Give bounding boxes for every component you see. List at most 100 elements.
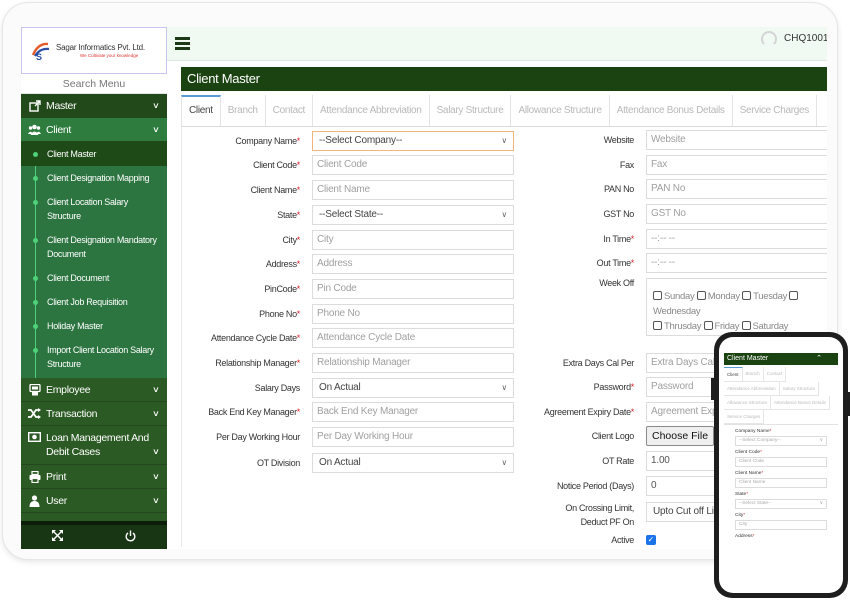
mobile-tab-client[interactable]: Client — [724, 367, 743, 382]
mobile-panel-header: Client Master ⌃ — [724, 353, 838, 365]
choose-file-button[interactable]: Choose File — [646, 426, 715, 446]
sidebar-item-label: Print — [46, 470, 67, 483]
mobile-tab-service-charges[interactable]: Service Charges — [724, 410, 765, 424]
checkbox[interactable] — [789, 291, 799, 300]
active-checkbox[interactable]: ✓ — [646, 535, 656, 545]
sidebar-item-employee[interactable]: Employee ∨ — [21, 378, 167, 402]
submenu-item-client-designation-mapping[interactable]: Client Designation Mapping — [21, 166, 167, 190]
logo-icon: S — [30, 41, 52, 62]
field-label: OT Rate — [602, 456, 634, 466]
mobile-client-code-input[interactable]: Client Code — [735, 457, 827, 467]
search-menu[interactable]: Search Menu — [21, 74, 167, 94]
tab-attendance-bonus-details[interactable]: Attendance Bonus Details — [610, 95, 733, 126]
expand-icon[interactable] — [52, 530, 63, 544]
tab-salary-structure[interactable]: Salary Structure — [430, 95, 512, 126]
tab-service-charges[interactable]: Service Charges — [733, 95, 817, 126]
fax-input[interactable]: Fax — [646, 155, 827, 175]
mobile-city-input[interactable]: City — [735, 520, 827, 530]
mobile-client-name-input[interactable]: Client Name — [735, 478, 827, 488]
week-off-monday[interactable]: Monday — [696, 291, 740, 302]
tab-contact[interactable]: Contact — [266, 95, 314, 126]
mobile-tab-bar: Client Branch Contact Attendance Abbrevi… — [724, 367, 838, 425]
mobile-tab-attendance-abbreviation[interactable]: Attendance Abbreviation — [724, 382, 780, 396]
mobile-tab-attendance-bonus-details[interactable]: Attendance Bonus Details — [771, 396, 830, 410]
tab-branch[interactable]: Branch — [221, 95, 266, 126]
submenu-item-client-location-salary-structure[interactable]: Client Location Salary Structure — [21, 190, 167, 228]
pan-no-input[interactable]: PAN No — [646, 179, 827, 199]
field-label: Extra Days Cal Per — [562, 358, 634, 368]
sidebar-item-master[interactable]: Master ∨ — [21, 94, 167, 118]
sidebar-item-label: Master — [46, 99, 77, 112]
week-off-tuesday[interactable]: Tuesday — [742, 291, 787, 302]
sidebar-item-label: Transaction — [46, 407, 98, 420]
checkbox[interactable] — [703, 321, 713, 330]
tab-client[interactable]: Client — [181, 95, 221, 126]
id-badge-icon — [28, 383, 41, 396]
chevron-down-icon: ∨ — [152, 385, 160, 394]
form-row-active: Active ✓ — [182, 535, 656, 545]
external-link-icon — [28, 99, 41, 112]
field-label: Client Logo — [591, 431, 635, 441]
form-row-client-logo: Client Logo Choose File No file chosen — [182, 426, 784, 446]
field-label: In Time — [603, 234, 631, 244]
submenu-item-holiday-master[interactable]: Holiday Master — [21, 314, 167, 338]
tab-allowance-structure[interactable]: Allowance Structure — [511, 95, 610, 126]
mobile-company-name-select[interactable]: --Select Company-- ∨ — [735, 436, 827, 446]
field-label: Fax — [619, 160, 634, 170]
submenu-item-import-client-location-salary-structure[interactable]: Import Client Location Salary Structure — [21, 338, 167, 376]
chevron-down-icon: ∨ — [152, 447, 160, 456]
checkbox[interactable] — [653, 291, 662, 300]
gst-no-input[interactable]: GST No — [646, 204, 827, 224]
user-icon — [28, 494, 41, 507]
submenu-item-client-designation-mandatory-document[interactable]: Client Designation Mandatory Document — [21, 228, 167, 266]
sidebar-item-print[interactable]: Print ∨ — [21, 465, 167, 489]
mobile-panel-title: Client Master — [727, 355, 769, 362]
checkbox[interactable] — [742, 291, 752, 300]
client-submenu: Client Master Client Designation Mapping… — [21, 142, 167, 378]
form-row-gst-no: GST No GST No — [182, 204, 827, 224]
submenu-item-client-master[interactable]: Client Master — [21, 142, 167, 166]
checkbox[interactable] — [653, 321, 662, 330]
money-icon — [28, 431, 41, 443]
submenu-item-client-document[interactable]: Client Document — [21, 266, 167, 290]
mobile-tab-salary-structure[interactable]: Salary Structure — [779, 382, 820, 396]
sidebar-item-loan-management[interactable]: Loan Management And Debit Cases ∨ — [21, 426, 167, 465]
form-row-in-time: In Time* --:-- -- — [182, 229, 827, 249]
week-off-friday[interactable]: Friday — [703, 321, 739, 332]
out-time-input[interactable]: --:-- -- — [646, 253, 827, 273]
chevron-up-icon[interactable]: ⌃ — [816, 353, 822, 365]
tab-attendance-abbreviation[interactable]: Attendance Abbreviation — [313, 95, 430, 126]
sidebar-footer — [21, 521, 167, 549]
week-off-thursday[interactable]: Thrusday — [653, 321, 702, 332]
sidebar-item-client[interactable]: Client ∨ — [21, 118, 167, 142]
website-input[interactable]: Website — [646, 130, 827, 150]
app-screen: S Sagar Informatics Pvt. Ltd. We Cultiva… — [21, 27, 827, 549]
field-label: PAN No — [603, 184, 634, 194]
user-name[interactable]: CHQ1001 [ — [784, 33, 827, 44]
week-off-sunday[interactable]: Sunday — [653, 291, 695, 302]
power-icon[interactable] — [125, 530, 136, 545]
field-label: Notice Period (Days) — [556, 481, 634, 491]
form-row-website: Website Website — [182, 130, 827, 150]
users-icon — [28, 124, 41, 136]
submenu-item-client-job-requisition[interactable]: Client Job Requisition — [21, 290, 167, 314]
week-off-saturday[interactable]: Saturday — [741, 321, 788, 332]
mobile-tab-allowance-structure[interactable]: Allowance Structure — [724, 396, 772, 410]
mobile-tab-branch[interactable]: Branch — [742, 367, 764, 382]
panel-title: Client Master — [181, 67, 827, 91]
company-tagline: We Cultivate your knowledge — [80, 53, 139, 58]
checkbox[interactable] — [696, 291, 706, 300]
mobile-form: Company Name* --Select Company-- ∨ Client… — [735, 429, 838, 539]
top-bar: CHQ1001 [ — [167, 27, 827, 61]
print-icon — [28, 470, 41, 483]
user-avatar[interactable] — [761, 31, 777, 47]
in-time-input[interactable]: --:-- -- — [646, 229, 827, 249]
checkbox[interactable] — [741, 321, 751, 330]
hamburger-menu-icon[interactable] — [175, 37, 190, 50]
mobile-tab-contact[interactable]: Contact — [763, 367, 787, 382]
field-label: Active — [611, 535, 634, 545]
mobile-state-select[interactable]: --Select State-- ∨ — [735, 499, 827, 509]
sidebar-item-label: User — [46, 494, 67, 507]
sidebar-item-transaction[interactable]: Transaction ∨ — [21, 402, 167, 426]
sidebar-item-user[interactable]: User ∨ — [21, 489, 167, 513]
